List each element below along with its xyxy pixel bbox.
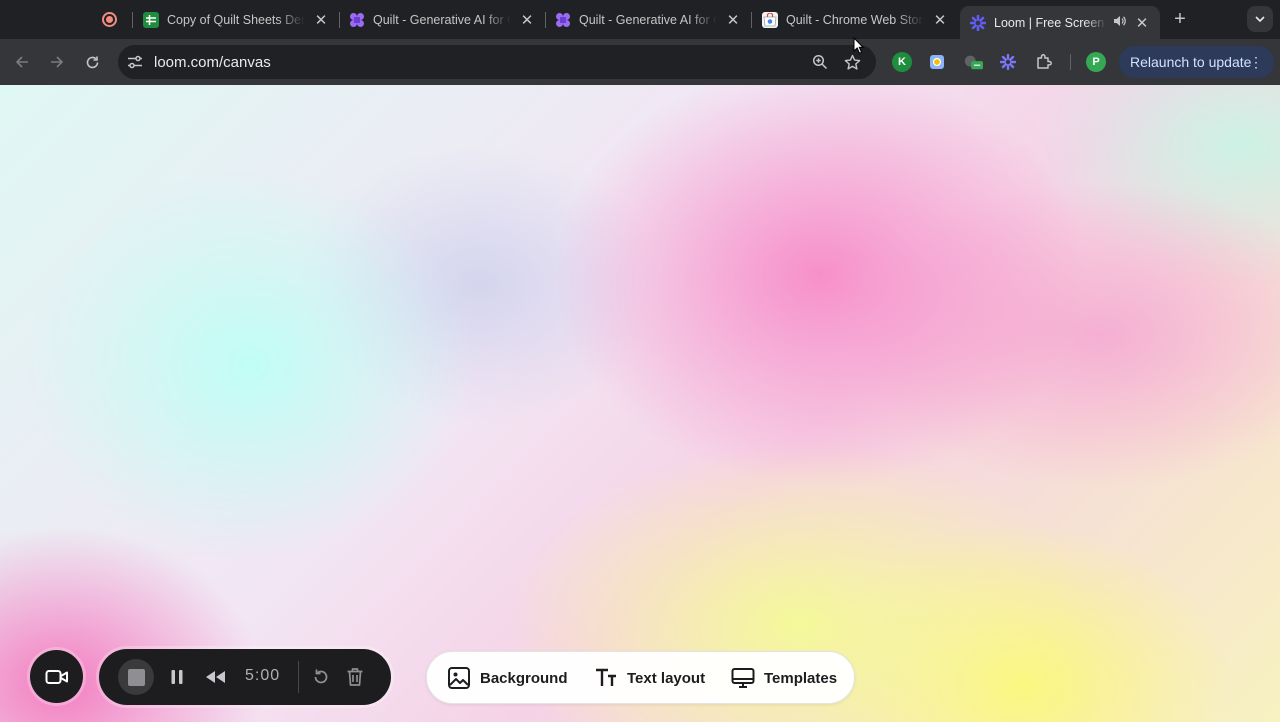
tab-search-button[interactable] bbox=[1247, 6, 1273, 32]
reload-button[interactable] bbox=[80, 50, 104, 74]
arrow-right-icon bbox=[51, 56, 64, 68]
text-layout-button[interactable]: Text layout bbox=[593, 665, 705, 691]
relaunch-label: Relaunch to update bbox=[1130, 54, 1252, 70]
tab-title: Copy of Quilt Sheets Demo bbox=[167, 13, 305, 27]
close-tab-icon[interactable]: ✕ bbox=[932, 11, 948, 29]
new-tab-button[interactable]: + bbox=[1169, 8, 1191, 30]
pause-button[interactable] bbox=[166, 666, 188, 688]
toolbar-separator bbox=[1070, 54, 1071, 70]
tab-loom-active[interactable]: Loom | Free Screen & Video Recording ✕ bbox=[960, 6, 1160, 39]
tab-title: Quilt - Chrome Web Store bbox=[786, 13, 924, 27]
extensions-puzzle-icon[interactable] bbox=[1034, 52, 1054, 72]
tab-chrome-web-store[interactable]: Quilt - Chrome Web Store ✕ bbox=[752, 5, 958, 35]
templates-button[interactable]: Templates bbox=[730, 665, 837, 691]
extension-photo-icon[interactable] bbox=[927, 52, 947, 72]
url-text: loom.com/canvas bbox=[154, 54, 271, 71]
relaunch-to-update-button[interactable]: Relaunch to update ⋮ bbox=[1119, 46, 1274, 78]
address-bar[interactable]: loom.com/canvas bbox=[118, 45, 876, 79]
restart-button[interactable] bbox=[310, 666, 332, 688]
tab-title: Loom | Free Screen & Video Recording bbox=[994, 15, 1107, 30]
zoom-icon[interactable] bbox=[811, 53, 829, 71]
site-settings-icon[interactable] bbox=[126, 53, 144, 71]
tab-strip: Copy of Quilt Sheets Demo ✕ Quilt - Gene… bbox=[0, 0, 1280, 39]
arrow-left-icon bbox=[15, 56, 28, 68]
extension-badge-icon[interactable] bbox=[963, 52, 983, 72]
quilt-icon bbox=[349, 12, 365, 28]
back-button[interactable] bbox=[10, 50, 34, 74]
quilt-icon bbox=[555, 12, 571, 28]
extension-k-icon[interactable]: K bbox=[892, 52, 912, 72]
tab-quilt-2[interactable]: Quilt - Generative AI for Google ✕ bbox=[545, 5, 751, 35]
profile-avatar[interactable]: P bbox=[1086, 52, 1106, 72]
restart-icon bbox=[314, 669, 328, 684]
delete-button[interactable] bbox=[344, 666, 366, 688]
recording-control-bar: 5:00 bbox=[99, 649, 391, 705]
rewind-icon bbox=[206, 671, 225, 683]
browser-toolbar: loom.com/canvas K P Relaunch to update ⋮ bbox=[0, 39, 1280, 85]
close-tab-icon[interactable]: ✕ bbox=[313, 11, 329, 29]
bookmark-star-icon[interactable] bbox=[843, 53, 861, 71]
control-separator bbox=[298, 661, 299, 693]
video-camera-icon bbox=[45, 669, 68, 684]
audio-playing-icon[interactable] bbox=[1113, 15, 1126, 30]
recording-timer: 5:00 bbox=[245, 667, 281, 684]
monitor-icon bbox=[730, 665, 756, 691]
pause-icon bbox=[171, 670, 183, 684]
canvas-options-panel: Background Text layout Templates bbox=[426, 651, 855, 704]
stop-recording-button[interactable] bbox=[118, 659, 154, 695]
tab-title: Quilt - Generative AI for Google bbox=[373, 13, 511, 27]
chrome-web-store-icon bbox=[762, 12, 778, 28]
text-size-icon bbox=[593, 665, 619, 691]
chevron-down-icon bbox=[1255, 16, 1265, 22]
google-sheets-icon bbox=[143, 12, 159, 28]
close-tab-icon[interactable]: ✕ bbox=[519, 11, 535, 29]
background-button[interactable]: Background bbox=[446, 665, 568, 691]
close-tab-icon[interactable]: ✕ bbox=[725, 11, 741, 29]
more-options-icon[interactable]: ⋮ bbox=[1249, 54, 1263, 70]
tab-quilt-1[interactable]: Quilt - Generative AI for Google ✕ bbox=[339, 5, 545, 35]
camera-toggle-button[interactable] bbox=[30, 650, 83, 703]
mouse-cursor-icon bbox=[853, 37, 865, 54]
rewind-button[interactable] bbox=[205, 666, 227, 688]
tab-sheets[interactable]: Copy of Quilt Sheets Demo ✕ bbox=[133, 5, 339, 35]
reload-icon bbox=[86, 56, 98, 68]
tab-title: Quilt - Generative AI for Google bbox=[579, 13, 717, 27]
loom-extension-icon[interactable] bbox=[998, 52, 1018, 72]
image-icon bbox=[446, 665, 472, 691]
loom-canvas-background bbox=[0, 85, 1280, 722]
text-layout-label: Text layout bbox=[627, 669, 706, 687]
loom-icon bbox=[970, 14, 986, 31]
trash-icon bbox=[347, 668, 363, 686]
close-tab-icon[interactable]: ✕ bbox=[1134, 14, 1150, 32]
forward-button[interactable] bbox=[45, 50, 69, 74]
templates-label: Templates bbox=[764, 669, 838, 687]
recording-indicator-icon[interactable] bbox=[102, 12, 117, 27]
background-label: Background bbox=[480, 669, 568, 687]
